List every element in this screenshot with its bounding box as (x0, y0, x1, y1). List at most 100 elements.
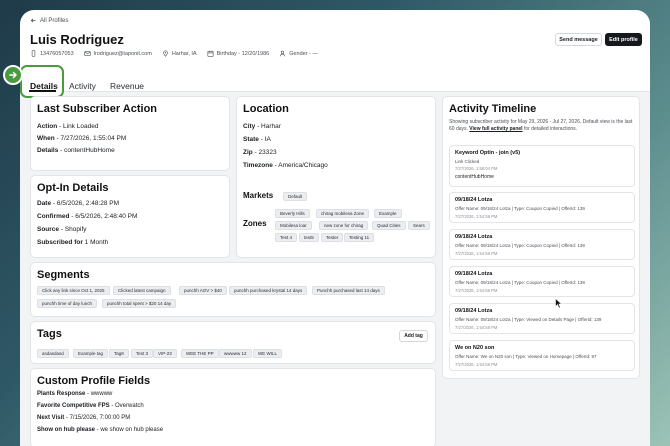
kv-key: Favorite Competitive FPS (37, 403, 110, 409)
location-info: Harhar, IA (162, 50, 197, 57)
kv-row: Source - Shopify (37, 226, 87, 233)
kv-value: - 7/27/2026, 1:55:04 PM (54, 135, 127, 142)
kv-row: Zip - 23323 (243, 149, 277, 156)
kv-row: Confirmed - 6/5/2026, 2:48:40 PM (37, 213, 137, 220)
kv-row: Timezone - America/Chicago (243, 162, 328, 169)
card-title: Last Subscriber Action (37, 103, 158, 115)
timeline-item[interactable]: 09/18/24 Lotza Offer Name: 09/18/24 Lotz… (449, 192, 635, 223)
kv-value: - Harhar (255, 123, 281, 130)
card-title: Custom Profile Fields (37, 375, 151, 387)
tag-chip: VIP-23 (153, 349, 177, 358)
card-title: Activity Timeline (449, 103, 537, 115)
arrow-left-icon (30, 18, 36, 23)
kv-key: Source (37, 226, 60, 233)
kv-row: State - IA (243, 136, 271, 143)
segments-card: Segments Click any link since Oct 1, 202… (30, 262, 436, 317)
map-pin-icon (163, 50, 168, 57)
timeline-item[interactable]: We on N20 son Offer Name: We on N20 son … (449, 340, 635, 371)
kv-row: Favorite Competitive FPS - Overwatch (37, 403, 144, 409)
edit-profile-button[interactable]: Edit profile (605, 33, 642, 46)
zone-chip: Testing 11 (344, 233, 375, 242)
kv-value: 1 Month (82, 239, 109, 246)
kv-key: When (37, 135, 55, 142)
segment-chip: Punchh purchased last 14 days (312, 286, 385, 295)
calendar-icon (207, 50, 214, 57)
send-message-button[interactable]: Send message (555, 33, 602, 46)
kv-key: State (243, 136, 259, 143)
birthday-value: Birthday - 12/20/1986 (216, 50, 270, 57)
zone-chip: Example (374, 209, 402, 218)
kv-key: Confirmed (37, 213, 70, 220)
phone-info: 13476057053 (30, 50, 74, 57)
zone-chip: chirag mobilesa Zone (316, 209, 370, 218)
timeline-item-time: 7/27/2026, 1:55:04 PM (455, 166, 498, 171)
kv-row: Details - contentHubHome (37, 147, 115, 154)
tabs-divider (20, 91, 650, 92)
phone-icon (31, 50, 36, 57)
add-tag-button[interactable]: Add tag (399, 330, 428, 342)
arrow-right-icon (9, 71, 17, 79)
back-link[interactable]: All Profiles (30, 17, 68, 24)
kv-value: - IA (258, 136, 271, 143)
segment-chip: punchh time of day lunch (37, 299, 98, 308)
kv-key: Date (37, 200, 52, 207)
timeline-item-title: 09/18/24 Lotza (455, 234, 493, 240)
mail-icon (84, 51, 91, 56)
timeline-item-line: Offer Name: 09/18/24 Lotza | Type: Coupo… (455, 243, 585, 248)
profile-name: Luis Rodriguez (30, 32, 124, 47)
location-card: Location City - Harhar State - IA Zip - … (236, 96, 436, 258)
tab-revenue[interactable]: Revenue (110, 81, 144, 91)
zone-chip: Sears (408, 221, 430, 230)
kv-key: Show on hub please (37, 427, 96, 433)
timeline-desc-suffix: for detailed interactions. (522, 126, 578, 132)
market-chip: Default (283, 192, 308, 201)
tab-activity[interactable]: Activity (69, 81, 96, 91)
timeline-item[interactable]: 09/18/24 Lotza Offer Name: 09/18/24 Lotz… (449, 266, 635, 297)
tag-chip: Example tag (73, 349, 109, 358)
kv-value: - Overwatch (109, 403, 144, 409)
segment-chip: punchh purchased krystal 14 days (229, 286, 308, 295)
card-title: Location (243, 103, 289, 115)
timeline-item-time: 7/27/2026, 1:54:58 PM (455, 362, 498, 367)
kv-key: City (243, 123, 256, 130)
kv-row: Show on hub please - we show on hub plea… (37, 427, 163, 433)
zone-chip: Quad Cities (372, 221, 406, 230)
timeline-item-line: contentHubHome (455, 174, 494, 180)
kv-value: - 7/15/2026, 7:00:00 PM (64, 415, 131, 421)
optin-card: Opt-In Details Date - 6/5/2026, 2:48:28 … (30, 175, 230, 258)
app-window: All Profiles Luis Rodriguez 13476057053 … (20, 10, 650, 446)
birthday-info: Birthday - 12/20/1986 (207, 50, 270, 57)
last-action-card: Last Subscriber Action Action - Link Loa… (30, 96, 230, 171)
kv-key: Timezone (243, 162, 273, 169)
kv-row: Action - Link Loaded (37, 123, 98, 130)
kv-row: City - Harhar (243, 123, 281, 130)
timeline-item[interactable]: Keyword Optin - join (v5) Link Clicked 7… (449, 145, 635, 187)
back-link-label: All Profiles (40, 17, 69, 24)
timeline-item-line: Offer Name: 09/18/24 Lotza | Type: Coupo… (455, 280, 585, 285)
timeline-item-time: 7/27/2026, 1:54:58 PM (455, 325, 498, 330)
phone-value: 13476057053 (40, 50, 74, 57)
zone-chip: Mobilesa loar (275, 221, 312, 230)
kv-key: Action (37, 123, 58, 130)
kv-key: Details (37, 147, 59, 154)
zones-label: Zones (243, 219, 267, 228)
kv-value: - Shopify (59, 226, 87, 233)
timeline-item-title: Keyword Optin - join (v5) (455, 150, 521, 156)
timeline-item-time: 7/27/2026, 1:54:58 PM (455, 214, 498, 219)
timeline-item[interactable]: 09/18/24 Lotza Offer Name: 09/18/24 Lotz… (449, 229, 635, 260)
custom-fields-card: Custom Profile Fields Plants Response - … (30, 368, 436, 446)
segment-chip: punchh total spent > $20 14 day (102, 299, 177, 308)
highlight-arrow-badge (3, 65, 23, 85)
kv-value: - wwwww (85, 391, 113, 397)
view-full-activity-link[interactable]: View full activity panel (469, 126, 522, 132)
kv-value: - 6/5/2026, 2:48:40 PM (69, 213, 138, 220)
kv-row: Subscribed for 1 Month (37, 239, 108, 246)
timeline-item[interactable]: 09/18/24 Lotza Offer Name: 09/18/24 Lotz… (449, 303, 635, 334)
kv-value: - we show on hub please (95, 427, 164, 433)
zone-chip: new zone for chirag (319, 221, 369, 230)
location-value: Harhar, IA (171, 50, 197, 57)
profile-info-row: 13476057053 lrodriguez@taponit.com Harha… (30, 50, 318, 57)
kv-row: Plants Response - wwwww (37, 391, 112, 397)
kv-value: - America/Chicago (272, 162, 328, 169)
kv-row: Next Visit - 7/15/2026, 7:00:00 PM (37, 415, 130, 421)
